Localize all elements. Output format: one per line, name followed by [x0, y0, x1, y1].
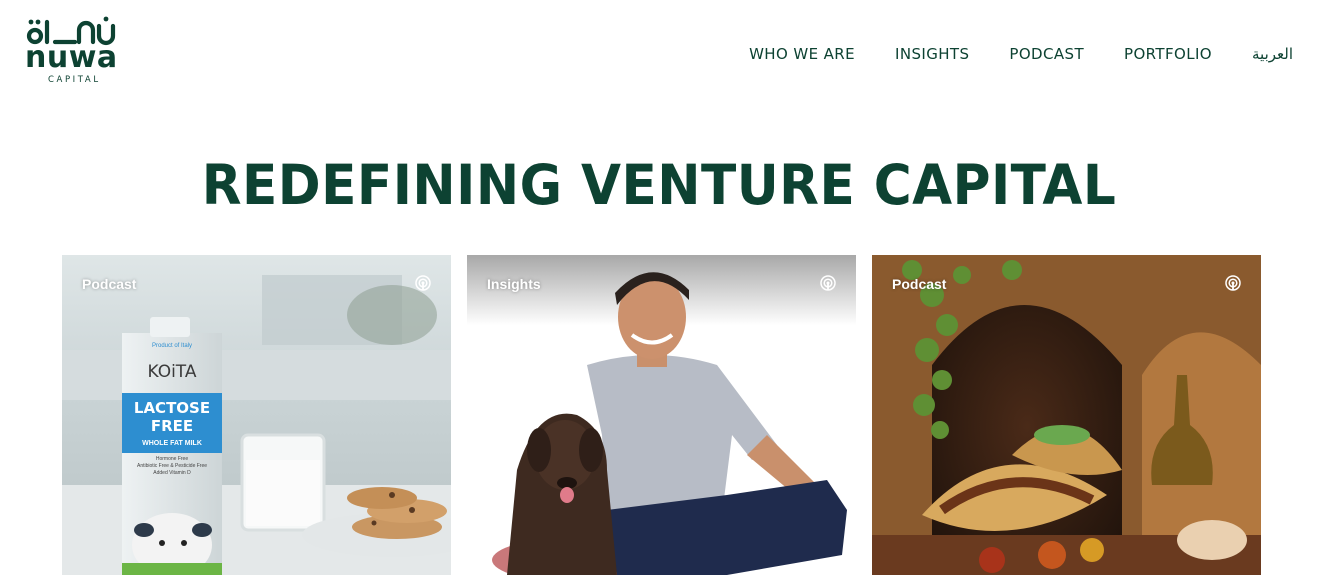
nav-item-who-we-are[interactable]: WHO WE ARE — [749, 44, 855, 64]
nav-item-insights[interactable]: INSIGHTS — [895, 44, 969, 64]
carton-claim-2: Antibiotic Free & Pesticide Free — [137, 463, 207, 469]
podcast-icon — [820, 275, 836, 291]
carton-brand: KOiTA — [147, 362, 196, 382]
logo-latin-wordmark: nuwa — [25, 40, 118, 75]
carton-claim-1: Hormone Free — [156, 456, 188, 462]
card-image-portrait — [467, 255, 856, 575]
nav-item-podcast[interactable]: PODCAST — [1009, 44, 1084, 64]
carton-origin: Product of Italy — [152, 343, 192, 349]
carton-headline-2: FREE — [151, 417, 193, 435]
nav-item-portfolio[interactable]: PORTFOLIO — [1124, 44, 1212, 64]
podcast-icon — [1225, 275, 1241, 291]
carton-claim-3: Added Vitamin D — [153, 470, 191, 476]
hero-title: REDEFINING VENTURE CAPITAL — [201, 153, 1117, 217]
card-tag: Insights — [487, 276, 541, 292]
carton-variant: WHOLE FAT MILK — [142, 440, 202, 447]
logo-subtitle: CAPITAL — [48, 75, 101, 85]
card-tag: Podcast — [82, 276, 137, 292]
card-podcast-painting[interactable]: Podcast — [872, 255, 1261, 575]
brand-logo[interactable]: nuwa CAPITAL — [25, 16, 125, 88]
card-image-milk: Product of Italy KOiTA LACTOSE FREE WHOL… — [62, 255, 451, 575]
card-insights-portrait[interactable]: Insights — [467, 255, 856, 575]
podcast-icon — [415, 275, 431, 291]
card-tag: Podcast — [892, 276, 947, 292]
language-switch-arabic[interactable]: العربية — [1252, 44, 1293, 64]
site-header: nuwa CAPITAL WHO WE ARE INSIGHTS PODCAST… — [0, 0, 1318, 110]
card-podcast-koita[interactable]: Product of Italy KOiTA LACTOSE FREE WHOL… — [62, 255, 451, 575]
main-navigation: WHO WE ARE INSIGHTS PODCAST PORTFOLIO ال… — [749, 44, 1293, 64]
featured-cards: Product of Italy KOiTA LACTOSE FREE WHOL… — [62, 255, 1262, 575]
card-image-painting — [872, 255, 1261, 575]
carton-headline-1: LACTOSE — [134, 399, 210, 417]
